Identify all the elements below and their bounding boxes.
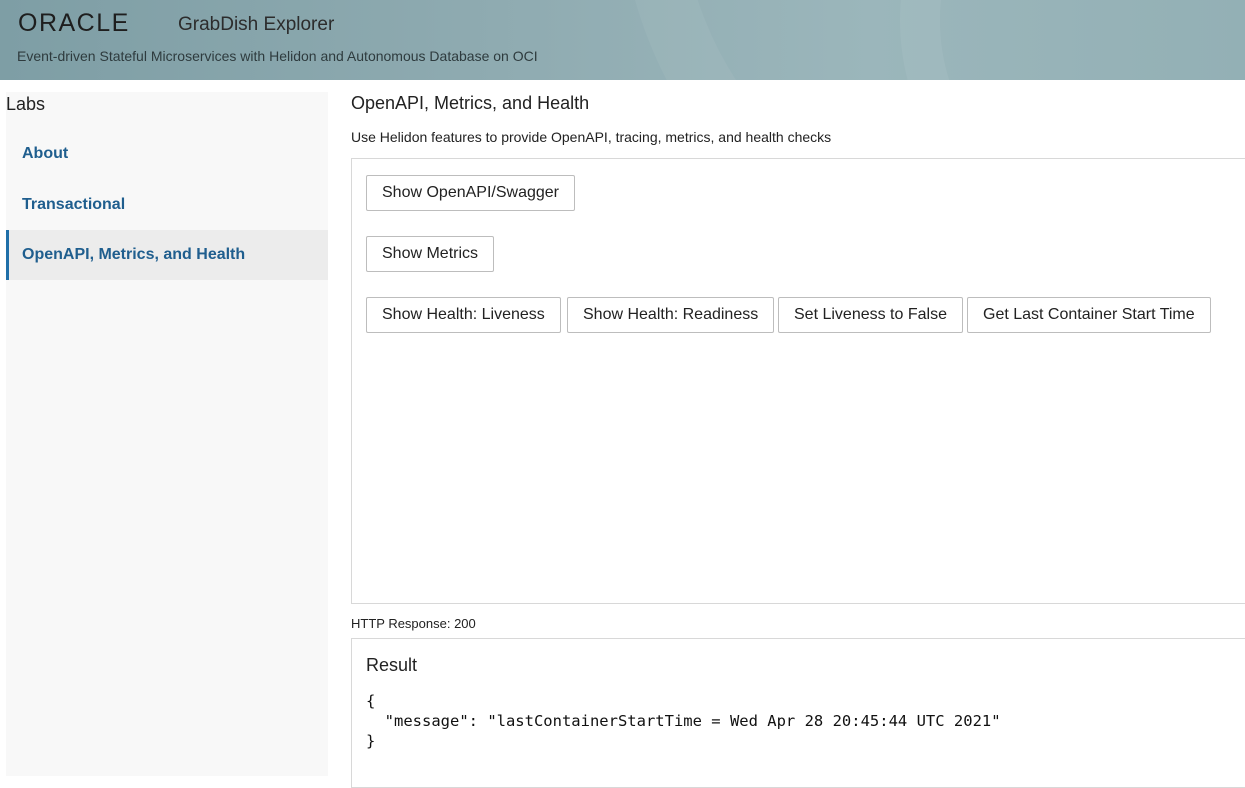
- app-title: GrabDish Explorer: [178, 14, 335, 35]
- result-body: { "message": "lastContainerStartTime = W…: [366, 692, 1001, 750]
- page-description: Use Helidon features to provide OpenAPI,…: [351, 129, 832, 145]
- get-last-container-start-button[interactable]: Get Last Container Start Time: [967, 297, 1211, 333]
- set-liveness-false-button[interactable]: Set Liveness to False: [778, 297, 963, 333]
- show-health-readiness-button[interactable]: Show Health: Readiness: [567, 297, 775, 333]
- show-openapi-button[interactable]: Show OpenAPI/Swagger: [366, 175, 575, 211]
- sidebar-item-openapi-metrics-health[interactable]: OpenAPI, Metrics, and Health: [6, 230, 328, 280]
- labs-sidebar: Labs About Transactional OpenAPI, Metric…: [6, 92, 328, 776]
- http-response-status: HTTP Response: 200: [351, 616, 476, 631]
- sidebar-heading: Labs: [6, 94, 46, 114]
- result-title: Result: [366, 655, 418, 675]
- page-title: OpenAPI, Metrics, and Health: [351, 93, 590, 113]
- app-subtitle: Event-driven Stateful Microservices with…: [17, 48, 538, 64]
- header-decoration: [900, 0, 1245, 80]
- show-metrics-button[interactable]: Show Metrics: [366, 236, 495, 272]
- sidebar-item-label: About: [22, 145, 69, 162]
- sidebar-item-label: Transactional: [22, 196, 126, 213]
- sidebar-item-about[interactable]: About: [6, 129, 328, 179]
- actions-panel: Show OpenAPI/Swagger Show Metrics Show H…: [351, 158, 1245, 604]
- sidebar-item-transactional[interactable]: Transactional: [6, 180, 328, 230]
- oracle-logo: ORACLE: [18, 9, 130, 37]
- sidebar-item-label: OpenAPI, Metrics, and Health: [22, 246, 246, 263]
- result-panel: Result { "message": "lastContainerStartT…: [351, 638, 1245, 788]
- app-header: ORACLE GrabDish Explorer Event-driven St…: [0, 0, 1245, 80]
- show-health-liveness-button[interactable]: Show Health: Liveness: [366, 297, 561, 333]
